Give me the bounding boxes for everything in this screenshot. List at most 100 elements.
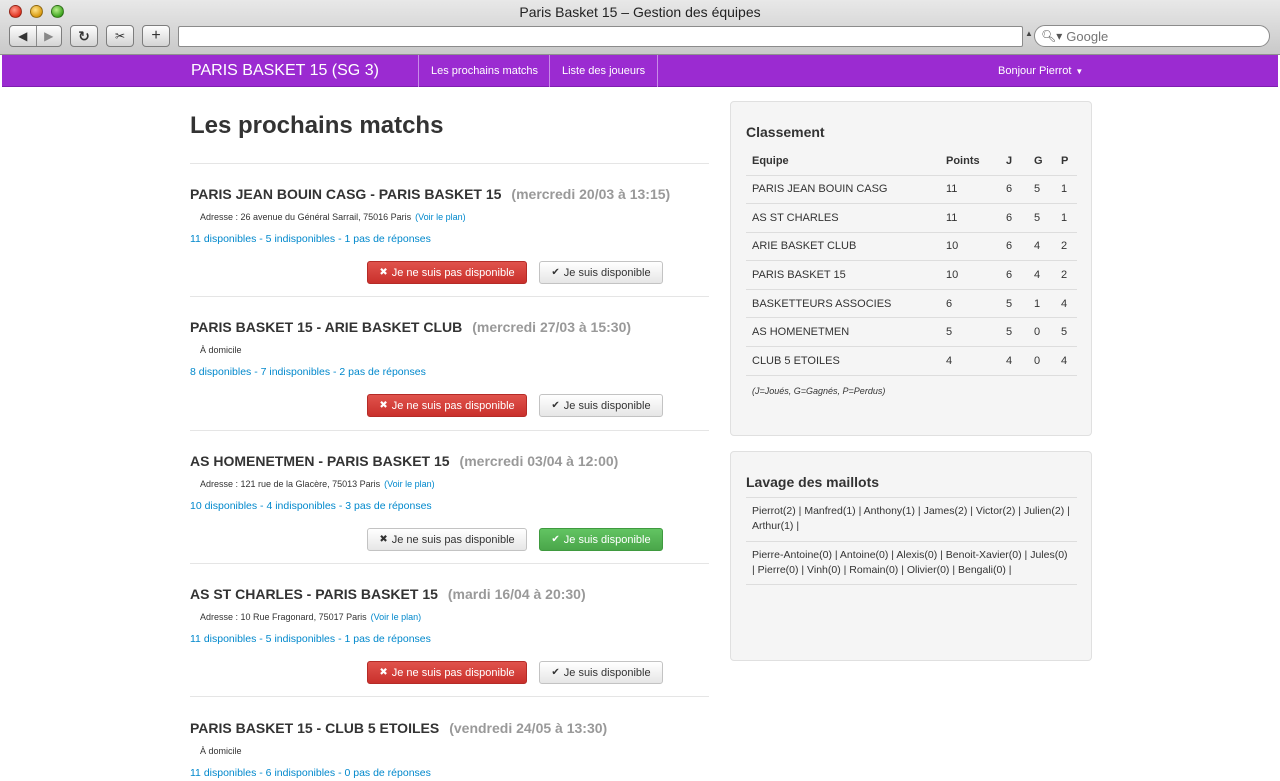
unavailable-button[interactable]: ✖ Je ne suis pas disponible <box>367 528 527 551</box>
points-cell: 11 <box>940 203 1000 233</box>
check-icon: ✔ <box>551 400 560 411</box>
available-button[interactable]: ✔ Je suis disponible <box>539 528 663 551</box>
search-box[interactable]: 🔍︎▾ <box>1034 25 1270 47</box>
match-address-line: Adresse : 121 rue de la Glacère, 75013 P… <box>200 479 709 489</box>
match-availability-stats[interactable]: 11 disponibles - 5 indisponibles - 1 pas… <box>190 233 709 245</box>
divider <box>190 163 709 164</box>
match-teams: AS HOMENETMEN - PARIS BASKET 15 <box>190 453 450 469</box>
user-menu[interactable]: Bonjour Pierrot ▼ <box>998 65 1083 77</box>
column-header: G <box>1034 154 1043 167</box>
won-cell: 5 <box>1028 174 1055 204</box>
forward-button[interactable]: ▶ <box>35 26 62 46</box>
lost-cell: 5 <box>1055 317 1077 347</box>
available-button-label: Je suis disponible <box>563 666 651 679</box>
team-cell: CLUB 5 ETOILES <box>746 346 940 376</box>
match-item: PARIS BASKET 15 - CLUB 5 ETOILES (vendred… <box>190 720 709 781</box>
map-link[interactable]: (Voir le plan) <box>384 479 435 489</box>
check-icon: ✔ <box>551 667 560 678</box>
map-link[interactable]: (Voir le plan) <box>371 612 422 622</box>
lavage-panel: Lavage des maillots Pierrot(2) | Manfred… <box>730 451 1092 661</box>
divider <box>190 296 709 297</box>
caret-down-icon: ▼ <box>1075 67 1084 76</box>
available-button-label: Je suis disponible <box>563 266 651 279</box>
user-greeting: Bonjour Pierrot <box>998 65 1072 77</box>
classement-title: Classement <box>746 124 825 140</box>
plus-icon: + <box>151 27 161 44</box>
classement-table: Equipe Points J G P PARIS JEAN BOUIN CAS… <box>746 147 1077 376</box>
match-address-line: À domicile <box>200 746 709 756</box>
match-teams: AS ST CHARLES - PARIS BASKET 15 <box>190 586 438 602</box>
page-title: Les prochains matchs <box>190 112 444 139</box>
classement-panel: Classement Equipe Points J G P PARIS JEA… <box>730 101 1092 436</box>
match-heading: PARIS BASKET 15 - CLUB 5 ETOILES (vendred… <box>190 720 709 736</box>
match-availability-stats[interactable]: 8 disponibles - 7 indisponibles - 2 pas … <box>190 366 709 378</box>
classement-legend: (J=Joués, G=Gagnés, P=Perdus) <box>752 386 886 396</box>
match-address: Adresse : 121 rue de la Glacère, 75013 P… <box>200 479 381 489</box>
x-icon: ✖ <box>379 667 388 678</box>
match-address: Adresse : 26 avenue du Général Sarrail, … <box>200 212 412 222</box>
team-cell: PARIS BASKET 15 <box>746 260 940 290</box>
check-icon: ✔ <box>551 534 560 545</box>
search-input[interactable] <box>1066 28 1247 44</box>
match-teams: PARIS BASKET 15 - ARIE BASKET CLUB <box>190 319 463 335</box>
address-bar[interactable] <box>178 26 1023 47</box>
unavailable-button[interactable]: ✖ Je ne suis pas disponible <box>367 394 527 417</box>
lost-cell: 4 <box>1055 288 1077 318</box>
available-button-label: Je suis disponible <box>563 399 651 412</box>
unavailable-button-label: Je ne suis pas disponible <box>391 399 515 412</box>
match-heading: AS HOMENETMEN - PARIS BASKET 15 (mercredi… <box>190 453 709 469</box>
team-cell: ARIE BASKET CLUB <box>746 231 940 261</box>
unavailable-button-label: Je ne suis pas disponible <box>391 666 515 679</box>
navbar: PARIS BASKET 15 (SG 3) Les prochains mat… <box>2 55 1278 87</box>
lost-cell: 2 <box>1055 231 1077 261</box>
reload-button[interactable]: ↻ <box>70 25 98 47</box>
won-cell: 5 <box>1028 203 1055 233</box>
played-cell: 4 <box>1000 346 1028 376</box>
match-availability-stats[interactable]: 10 disponibles - 4 indisponibles - 3 pas… <box>190 500 709 512</box>
back-button[interactable]: ◀ <box>10 26 36 46</box>
divider <box>190 696 709 697</box>
match-teams: PARIS JEAN BOUIN CASG - PARIS BASKET 15 <box>190 186 502 202</box>
brand[interactable]: PARIS BASKET 15 (SG 3) <box>191 62 379 80</box>
match-date: (mardi 16/04 à 20:30) <box>447 586 586 602</box>
available-button[interactable]: ✔ Je suis disponible <box>539 661 663 684</box>
add-bookmark-button[interactable]: + <box>142 25 170 47</box>
browser-chrome: Paris Basket 15 – Gestion des équipes ◀ … <box>0 0 1280 55</box>
divider <box>190 430 709 431</box>
available-button-label: Je suis disponible <box>563 533 651 546</box>
x-icon: ✖ <box>379 534 388 545</box>
lost-cell: 1 <box>1055 174 1077 204</box>
points-cell: 10 <box>940 260 1000 290</box>
unavailable-button[interactable]: ✖ Je ne suis pas disponible <box>367 261 527 284</box>
team-cell: AS HOMENETMEN <box>746 317 940 347</box>
divider <box>190 563 709 564</box>
unavailable-button[interactable]: ✖ Je ne suis pas disponible <box>367 661 527 684</box>
played-cell: 6 <box>1000 174 1028 204</box>
match-availability-stats[interactable]: 11 disponibles - 5 indisponibles - 1 pas… <box>190 633 709 645</box>
scissors-icon: ✂ <box>114 29 126 43</box>
team-cell: AS ST CHARLES <box>746 203 940 233</box>
available-button[interactable]: ✔ Je suis disponible <box>539 261 663 284</box>
x-icon: ✖ <box>379 267 388 278</box>
available-button[interactable]: ✔ Je suis disponible <box>539 394 663 417</box>
match-availability-stats[interactable]: 11 disponibles - 6 indisponibles - 0 pas… <box>190 767 709 779</box>
match-address-line: Adresse : 26 avenue du Général Sarrail, … <box>200 212 709 222</box>
team-cell: BASKETTEURS ASSOCIES <box>746 288 940 318</box>
lavage-row: Pierre-Antoine(0) | Antoine(0) | Alexis(… <box>746 541 1077 585</box>
nav-link-prochains-matchs[interactable]: Les prochains matchs <box>418 55 550 87</box>
match-item: AS ST CHARLES - PARIS BASKET 15 (mardi 16… <box>190 586 709 696</box>
table-header-row: Equipe Points J G P <box>746 147 1077 175</box>
column-header: J <box>1006 154 1013 167</box>
snip-button[interactable]: ✂ <box>106 25 134 47</box>
map-link[interactable]: (Voir le plan) <box>415 212 466 222</box>
match-heading: PARIS BASKET 15 - ARIE BASKET CLUB (mercr… <box>190 319 709 335</box>
match-address: À domicile <box>200 345 242 355</box>
table-row: ARIE BASKET CLUB 10 6 4 2 <box>746 231 1077 261</box>
nav-link-liste-joueurs[interactable]: Liste des joueurs <box>549 55 659 87</box>
match-date: (mercredi 20/03 à 13:15) <box>511 186 671 202</box>
match-heading: AS ST CHARLES - PARIS BASKET 15 (mardi 16… <box>190 586 709 602</box>
points-cell: 5 <box>940 317 1000 347</box>
won-cell: 0 <box>1028 346 1055 376</box>
match-date: (mercredi 03/04 à 12:00) <box>459 453 619 469</box>
x-icon: ✖ <box>379 400 388 411</box>
